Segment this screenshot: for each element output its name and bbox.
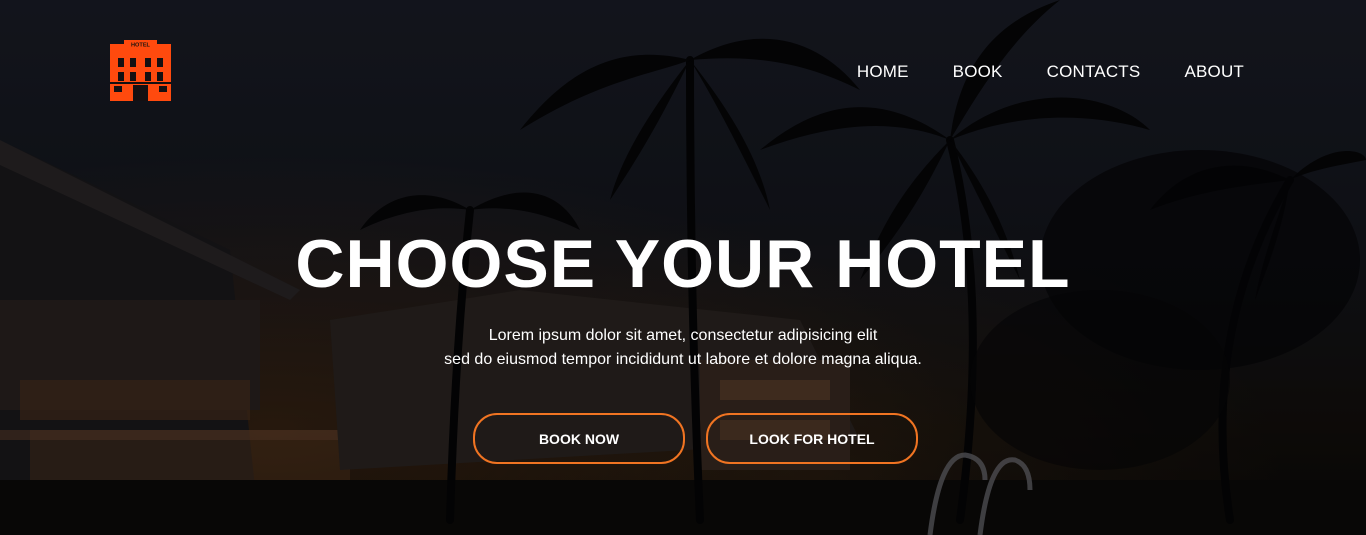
look-for-hotel-button[interactable]: LOOK FOR HOTEL xyxy=(706,413,918,464)
nav-contacts-link[interactable]: CONTACTS xyxy=(1047,62,1141,82)
hotel-logo-icon[interactable]: HOTEL xyxy=(110,40,171,101)
hero-subtitle-line-2: sed do eiusmod tempor incididunt ut labo… xyxy=(444,351,922,368)
nav-home-link[interactable]: HOME xyxy=(857,62,909,82)
logo-text: HOTEL xyxy=(131,42,151,48)
nav-about-link[interactable]: ABOUT xyxy=(1184,62,1244,82)
hero-actions: BOOK NOW LOOK FOR HOTEL xyxy=(473,413,918,464)
book-now-button[interactable]: BOOK NOW xyxy=(473,413,685,464)
hero-subtitle: Lorem ipsum dolor sit amet, consectetur … xyxy=(0,324,1366,372)
nav-book-link[interactable]: BOOK xyxy=(953,62,1003,82)
main-nav: HOME BOOK CONTACTS ABOUT xyxy=(857,62,1244,82)
hero-title: CHOOSE YOUR HOTEL xyxy=(295,226,1071,302)
hero-subtitle-line-1: Lorem ipsum dolor sit amet, consectetur … xyxy=(488,327,878,344)
